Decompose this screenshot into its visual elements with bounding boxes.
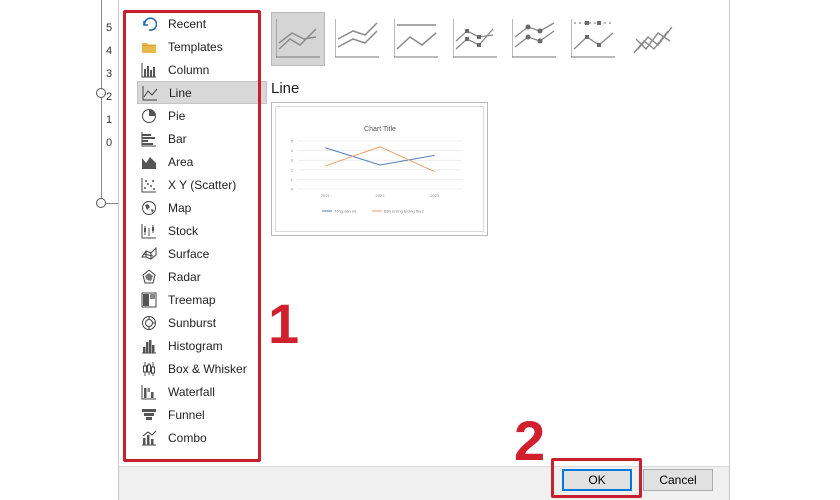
axis-number: 2 [106,91,113,103]
preview-y-tick: 1 [291,177,294,182]
axis-number: 1 [106,114,113,126]
3d-line-subtype-icon [633,26,673,54]
preview-legend-label: Bản lượng lương thực [384,209,424,214]
preview-y-tick: 0 [291,187,294,192]
preview-x-tick: 2021 [321,193,331,198]
stacked-line-subtype-icon [335,19,379,58]
subtype-100-stacked-line[interactable] [389,12,443,66]
annotation-box-chart-types [123,10,261,462]
resize-handle[interactable] [96,198,106,208]
chart-axis-line [101,0,102,203]
document-background: 5 4 3 2 1 0 [0,0,118,500]
preview-legend-label: Tổng dân số [334,209,357,214]
percent-stacked-markers-subtype-icon [571,19,615,58]
subtype-stacked-line[interactable] [330,12,384,66]
axis-number: 0 [106,137,113,149]
percent-stacked-line-subtype-icon [394,19,438,58]
line-subtype-icon [276,19,320,58]
annotation-box-ok [551,458,642,498]
resize-handle[interactable] [96,88,106,98]
axis-number: 5 [106,22,113,34]
preview-chart-svg: Chart Title 5 4 3 2 1 0 2021 2022 2023 Tổng dân số… [291,126,462,214]
subtype-stacked-line-markers[interactable] [507,12,561,66]
preview-chart-title: Chart Title [364,126,396,133]
preview-y-tick: 4 [291,148,294,153]
subtype-100-stacked-line-markers[interactable] [566,12,620,66]
subtype-3d-line[interactable] [625,12,679,66]
stacked-line-markers-subtype-icon [512,19,556,58]
axis-number: 4 [106,45,113,57]
preview-x-tick: 2023 [430,193,440,198]
chart-preview[interactable]: Chart Title 5 4 3 2 1 0 2021 2022 2023 Tổng dân số… [271,102,488,236]
preview-y-tick: 2 [291,167,294,172]
border-line [106,203,118,204]
cancel-button[interactable]: Cancel [643,469,713,491]
annotation-number-two: 2 [514,409,546,472]
subtype-line[interactable] [271,12,325,66]
line-markers-subtype-icon [453,19,497,58]
chart-subtype-gallery [271,12,684,66]
preview-y-tick: 3 [291,158,294,163]
axis-number: 3 [106,68,113,80]
preview-y-tick: 5 [291,139,294,144]
subtype-section-title: Line [271,80,300,97]
annotation-number-one: 1 [268,292,300,355]
subtype-line-with-markers[interactable] [448,12,502,66]
preview-x-tick: 2022 [376,193,386,198]
